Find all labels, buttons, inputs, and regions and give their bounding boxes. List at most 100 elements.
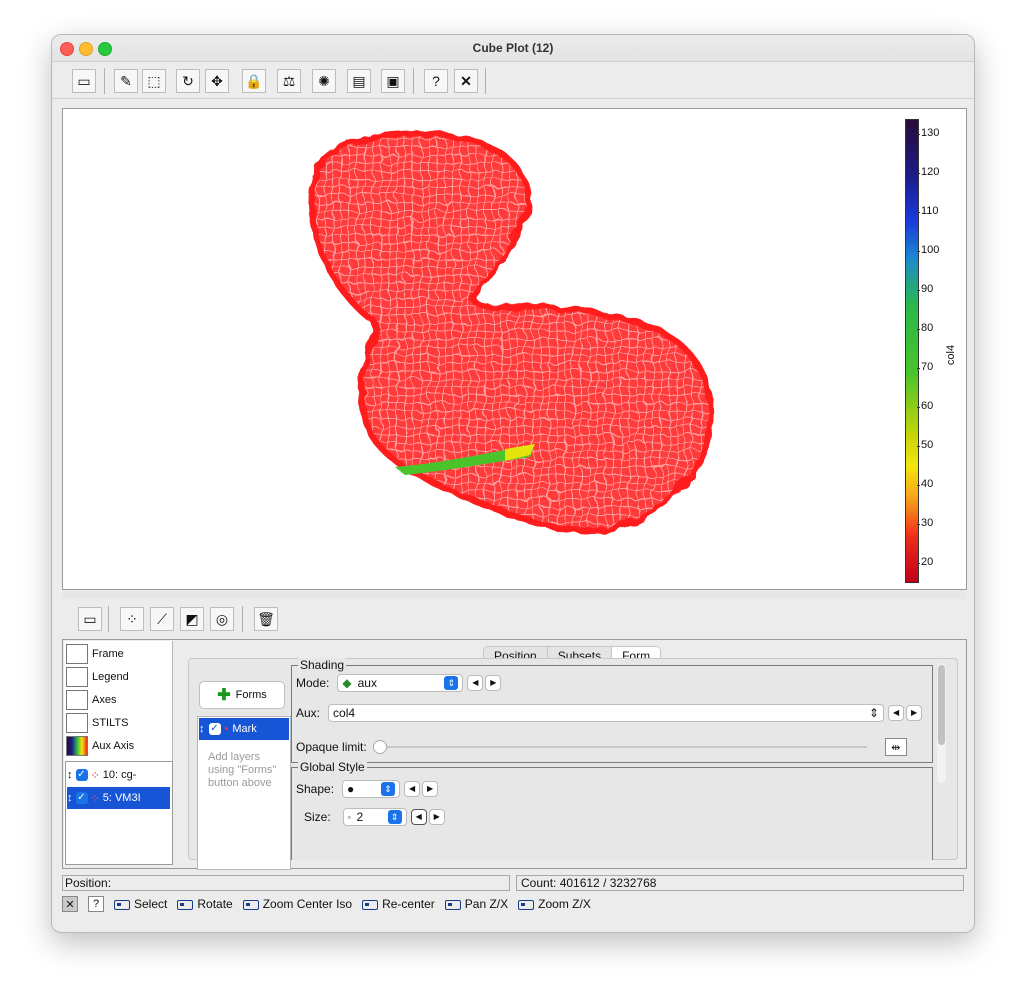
mouse-click-icon bbox=[362, 899, 379, 910]
control-item-stilts[interactable]: STILTS bbox=[66, 712, 128, 734]
control-item-aux-axis[interactable]: Aux Axis bbox=[66, 735, 134, 757]
layer-list: ↕ ✓ ⁘ 10: cg- ↕ ✓ ⁘ 5: VM3I bbox=[65, 761, 173, 865]
opaque-limit-slider[interactable] bbox=[372, 740, 867, 754]
mouse-drag-icon bbox=[177, 899, 194, 910]
forms-hint: Add layers using "Forms" button above bbox=[208, 751, 277, 789]
control-panel: Frame Legend Axes STILTS Aux Axis ↕ ✓ ⁘ 10:… bbox=[62, 639, 967, 870]
add-pair-layer-icon[interactable]: ⟋ bbox=[150, 607, 174, 631]
aux-column-field[interactable]: col4 ⇕ bbox=[328, 704, 885, 722]
mouse-action: Rotate bbox=[177, 897, 233, 911]
drag-handle-icon[interactable]: ↕ bbox=[67, 769, 73, 781]
colorbar-tick: 80 bbox=[916, 322, 934, 334]
layer-item-selected[interactable]: ↕ ✓ ⁘ 5: VM3I bbox=[67, 787, 170, 809]
chevron-updown-icon: ⇕ bbox=[868, 706, 880, 720]
lock-weight-icon[interactable]: ⚖ bbox=[277, 69, 301, 93]
drag-handle-icon[interactable]: ↕ bbox=[199, 723, 205, 735]
colorbar-tick: 30 bbox=[916, 517, 934, 529]
add-forms-button[interactable]: ✚ Forms bbox=[199, 681, 285, 709]
colorbar bbox=[905, 119, 919, 583]
export-icon[interactable]: ▣ bbox=[381, 69, 405, 93]
form-checkbox[interactable]: ✓ bbox=[208, 723, 221, 735]
mode-label: Mode: bbox=[296, 676, 330, 690]
aux-label: Aux: bbox=[296, 706, 321, 720]
control-item-frame[interactable]: Frame bbox=[66, 643, 124, 665]
window-title: Cube Plot (12) bbox=[472, 41, 554, 55]
close-icon[interactable]: ✕ bbox=[454, 69, 478, 93]
frame-icon[interactable]: ▭ bbox=[78, 607, 102, 631]
shading-title: Shading bbox=[298, 658, 347, 672]
layer-toolbar: ▭ ⁘ ⟋ ◩ ◎ 🗑 bbox=[62, 600, 965, 636]
blob-icon[interactable]: ⬚ bbox=[142, 69, 166, 93]
axes-icon[interactable]: ▤ bbox=[347, 69, 371, 93]
form-list: ↕ ✓ • Mark Add layers using "Forms" button … bbox=[197, 716, 291, 870]
mouse-action: Re-center bbox=[362, 897, 435, 911]
mouse-action: Select bbox=[114, 897, 167, 911]
add-area-layer-icon[interactable]: ◩ bbox=[180, 607, 204, 631]
prev-arrow-icon[interactable]: ◀ bbox=[467, 675, 484, 691]
shape-select[interactable]: ● ⇕ bbox=[342, 780, 401, 798]
layer-item[interactable]: ↕ ✓ ⁘ 10: cg- bbox=[67, 764, 170, 786]
colorbar-tick: 20 bbox=[916, 556, 934, 568]
colorbar-tick: 40 bbox=[916, 478, 934, 490]
mode-select[interactable]: ◆ aux ⇕ bbox=[337, 674, 464, 692]
lasso-icon[interactable]: ✎ bbox=[114, 69, 138, 93]
prev-arrow-icon[interactable]: ◀ bbox=[888, 705, 905, 721]
control-item-axes[interactable]: Axes bbox=[66, 689, 116, 711]
plot-area[interactable] bbox=[65, 119, 897, 584]
layer-checkbox[interactable]: ✓ bbox=[75, 769, 88, 781]
help-icon[interactable]: ? bbox=[424, 69, 448, 93]
next-arrow-icon[interactable]: ▶ bbox=[428, 809, 445, 825]
slider-reset-icon[interactable]: ⇹ bbox=[884, 738, 907, 756]
opaque-limit-label: Opaque limit: bbox=[296, 740, 367, 754]
next-arrow-icon[interactable]: ▶ bbox=[422, 781, 439, 797]
chevron-updown-icon: ⇕ bbox=[381, 782, 396, 796]
colorbar-tick: 70 bbox=[916, 361, 934, 373]
colorbar-tick: 120 bbox=[916, 166, 940, 178]
plus-icon: ✚ bbox=[217, 687, 231, 704]
add-sky-layer-icon[interactable]: ◎ bbox=[210, 607, 234, 631]
close-icon[interactable]: ✕ bbox=[62, 896, 78, 912]
status-bar: Position: Count: 401612 / 3232768 bbox=[62, 875, 965, 893]
legend-icon bbox=[66, 667, 88, 687]
count-status: Count: 401612 / 3232768 bbox=[516, 875, 964, 891]
rotate-icon[interactable]: ↻ bbox=[176, 69, 200, 93]
position-status: Position: bbox=[62, 875, 510, 891]
chevron-updown-icon: ⇕ bbox=[387, 810, 402, 824]
mark-dot-icon: • bbox=[224, 723, 229, 735]
prev-arrow-icon[interactable]: ◀ bbox=[404, 781, 421, 797]
next-arrow-icon[interactable]: ▶ bbox=[485, 675, 502, 691]
drag-handle-icon[interactable]: ↕ bbox=[67, 792, 73, 804]
layer-checkbox[interactable]: ✓ bbox=[75, 792, 88, 804]
form-item-mark[interactable]: ↕ ✓ • Mark bbox=[199, 718, 289, 740]
colorbar-tick: 130 bbox=[916, 127, 940, 139]
frame-style-icon bbox=[66, 644, 88, 664]
colorbar-tick: 110 bbox=[917, 205, 939, 217]
colorbar-label: col4 bbox=[945, 344, 958, 366]
density-icon[interactable]: ✺ bbox=[312, 69, 336, 93]
form-scrollbar[interactable] bbox=[937, 663, 946, 783]
add-position-layer-icon[interactable]: ⁘ bbox=[120, 607, 144, 631]
pan-icon[interactable]: ✥ bbox=[205, 69, 229, 93]
frame-icon[interactable]: ▭ bbox=[72, 69, 96, 93]
mouse-wheel-icon bbox=[242, 899, 259, 910]
help-icon[interactable]: ? bbox=[88, 896, 104, 912]
plot-panel: 130 120 110 100 90 80 70 60 50 40 30 20 … bbox=[62, 108, 967, 590]
aux-axis-icon bbox=[66, 736, 88, 756]
control-item-legend[interactable]: Legend bbox=[66, 666, 129, 688]
axes-icon bbox=[66, 690, 88, 710]
comet-mesh-plot[interactable] bbox=[65, 119, 897, 584]
global-style-group: Global Style Shape: ● ⇕ ◀ ▶ Size: ▫ 2 ⇕ ◀ ▶ bbox=[291, 760, 933, 860]
size-select[interactable]: ▫ 2 ⇕ bbox=[342, 808, 407, 826]
split-pane-divider[interactable] bbox=[62, 591, 965, 599]
prev-arrow-icon[interactable]: ◀ bbox=[410, 809, 427, 825]
main-toolbar: ▭ ✎ ⬚ ↻ ✥ 🔒 ⚖ ✺ ▤ ▣ ? ✕ bbox=[52, 62, 974, 99]
next-arrow-icon[interactable]: ▶ bbox=[906, 705, 923, 721]
trash-icon[interactable]: 🗑 bbox=[254, 607, 278, 631]
title-bar: Cube Plot (12) bbox=[52, 35, 974, 62]
chevron-updown-icon: ⇕ bbox=[444, 676, 459, 690]
colorbar-tick: 100 bbox=[916, 244, 940, 256]
lock-icon[interactable]: 🔒 bbox=[242, 69, 266, 93]
mouse-action: Pan Z/X bbox=[444, 897, 508, 911]
mouse-left-icon bbox=[114, 899, 130, 910]
mouse-action: Zoom Center Iso bbox=[242, 897, 352, 911]
